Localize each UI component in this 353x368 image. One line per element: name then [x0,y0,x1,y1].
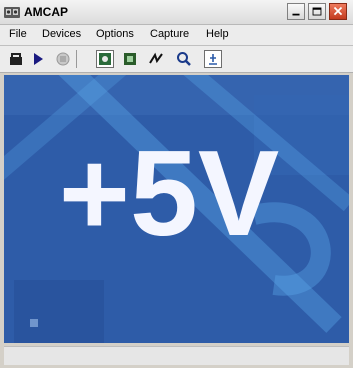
preview-icon[interactable] [96,50,114,68]
amcap-window: AMCAP File Devices Options Capture Help [0,0,353,368]
capture-icon[interactable] [122,51,138,67]
toolbar [0,46,353,73]
menu-help[interactable]: Help [206,28,229,40]
status-bar [4,346,349,365]
zoom-icon[interactable] [176,51,192,67]
menu-capture[interactable]: Capture [150,28,189,40]
menu-file[interactable]: File [9,28,27,40]
title-bar[interactable]: AMCAP [0,0,353,25]
maximize-icon [312,7,322,16]
window-title: AMCAP [24,5,68,19]
app-icon [4,7,20,18]
video-frame: +5V [4,75,349,343]
stop-icon[interactable] [55,51,71,67]
toolbar-separator [76,50,77,68]
close-button[interactable] [329,3,347,20]
trigger-icon[interactable] [148,51,164,67]
minimize-icon [292,13,300,16]
play-icon[interactable] [30,51,46,67]
overlay-icon[interactable] [204,50,222,68]
video-overlay-text: +5V [59,125,279,261]
video-preview[interactable]: +5V [4,75,349,343]
menu-bar: File Devices Options Capture Help [0,25,353,46]
menu-options[interactable]: Options [96,28,134,40]
maximize-button[interactable] [308,3,326,20]
minimize-button[interactable] [287,3,305,20]
close-icon [333,6,343,16]
open-icon[interactable] [8,51,24,67]
menu-devices[interactable]: Devices [42,28,81,40]
